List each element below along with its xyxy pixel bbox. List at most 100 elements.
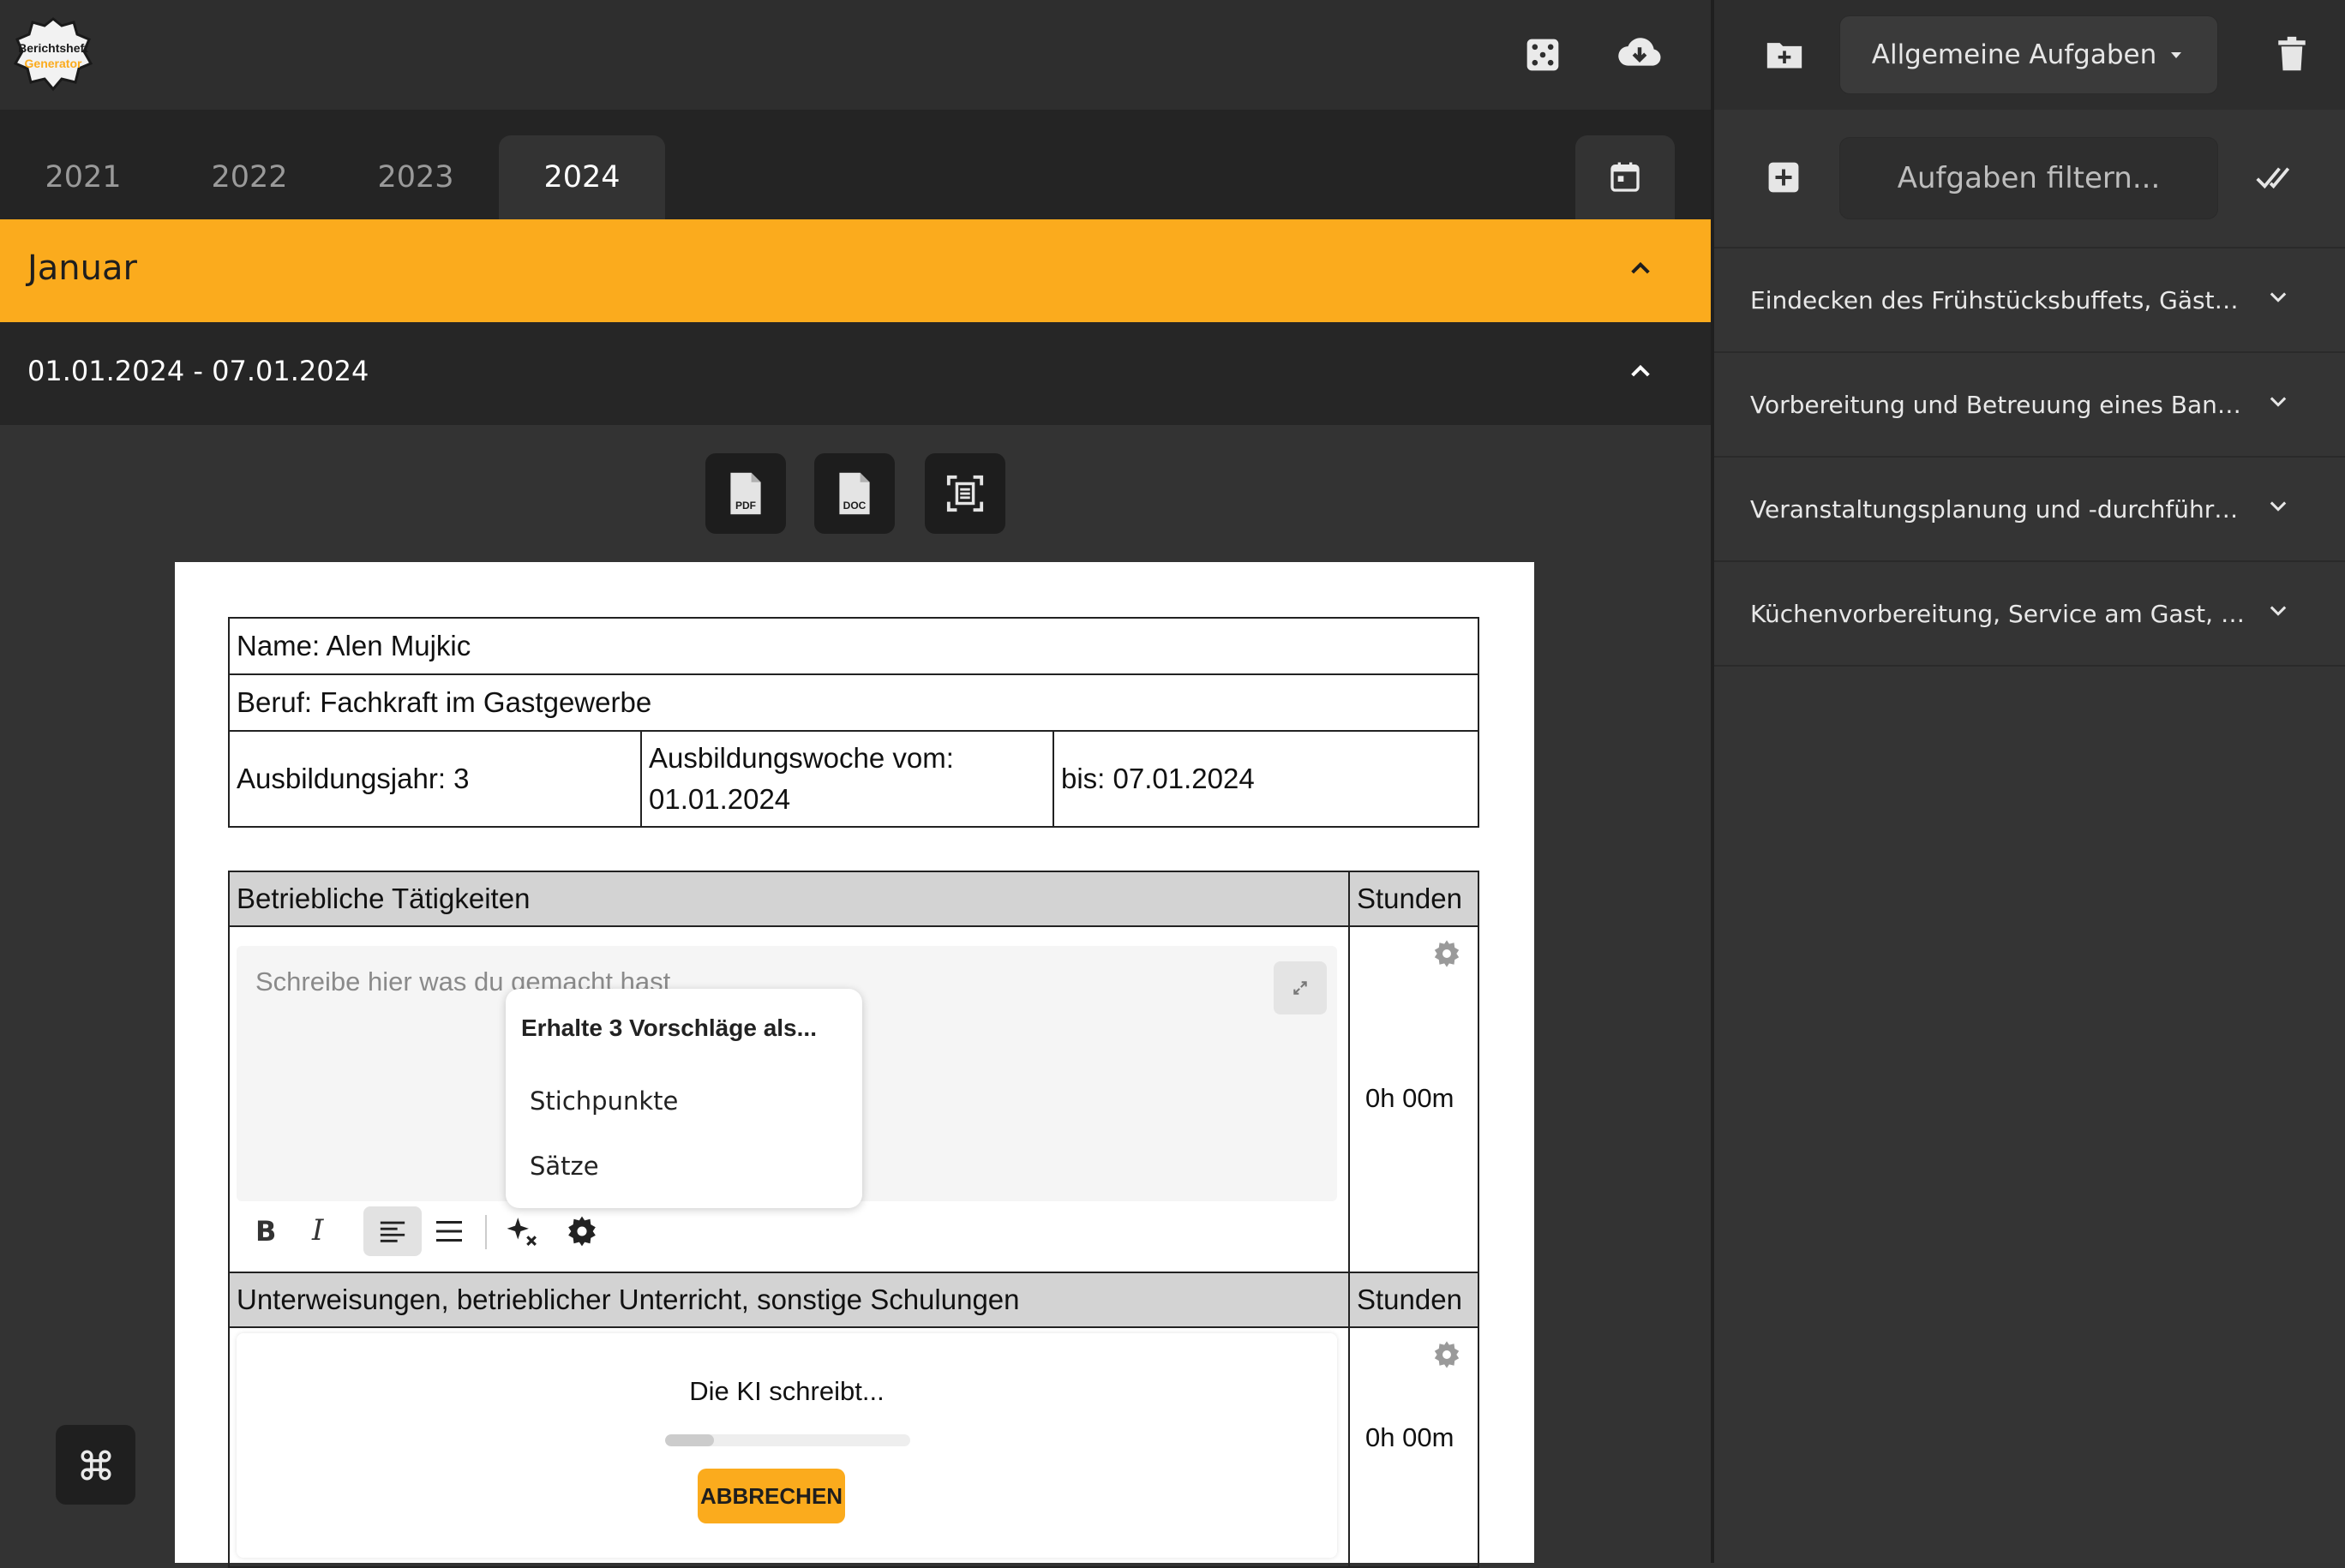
section1-hours[interactable]: 0h 00m xyxy=(1365,1083,1454,1114)
editor-settings-button[interactable] xyxy=(566,1215,598,1248)
gear-icon xyxy=(1434,940,1460,967)
new-folder-button[interactable] xyxy=(1766,38,1803,70)
align-justify-icon xyxy=(436,1221,462,1242)
task-filter-placeholder: Aufgaben filtern... xyxy=(1897,161,2161,195)
chevron-down-icon[interactable] xyxy=(2266,389,2290,413)
export-pdf-button[interactable]: PDF xyxy=(705,453,786,534)
section2-title: Unterweisungen, betrieblicher Unterricht… xyxy=(228,1272,1350,1328)
delete-button[interactable] xyxy=(2276,36,2307,72)
task-filter-input[interactable]: Aufgaben filtern... xyxy=(1839,137,2218,219)
doc-label: DOC xyxy=(843,500,867,512)
gear-icon xyxy=(568,1216,596,1247)
tab-2021[interactable]: 2021 xyxy=(0,135,166,219)
logo-text-bottom: Generator xyxy=(24,57,82,70)
tab-2024[interactable]: 2024 xyxy=(499,135,665,219)
month-collapse[interactable] xyxy=(1627,255,1654,283)
task-item[interactable]: Eindecken des Frühstücksbuffets, Gästebe… xyxy=(1714,248,2345,353)
cloud-download-icon xyxy=(1618,38,1661,66)
chevron-up-icon xyxy=(1631,364,1650,377)
chevron-down-icon[interactable] xyxy=(2266,494,2290,518)
category-label: Allgemeine Aufgaben xyxy=(1871,39,2157,70)
section2-stunden: Stunden xyxy=(1348,1272,1479,1328)
week-label: 01.01.2024 - 07.01.2024 xyxy=(27,355,369,387)
week-header[interactable]: 01.01.2024 - 07.01.2024 xyxy=(0,322,1711,425)
random-button[interactable] xyxy=(1524,36,1562,74)
report-beruf: Beruf: Fachkraft im Gastgewerbe xyxy=(228,673,1479,732)
command-icon xyxy=(81,1450,111,1480)
task-item-label: Veranstaltungsplanung und -durchführung xyxy=(1750,494,2247,524)
report-jahr: Ausbildungsjahr: 3 xyxy=(228,730,642,828)
chevron-down-icon[interactable] xyxy=(2266,598,2290,622)
task-item-label: Vorbereitung und Betreuung eines Bankett… xyxy=(1750,390,2247,419)
ai-suggest-button[interactable] xyxy=(506,1215,538,1248)
add-task-button[interactable] xyxy=(1767,161,1800,194)
report-bis: bis: 07.01.2024 xyxy=(1053,730,1479,828)
section2-hours-settings[interactable] xyxy=(1432,1340,1461,1369)
task-item[interactable]: Vorbereitung und Betreuung eines Bankett… xyxy=(1714,353,2345,458)
dice-icon xyxy=(1526,39,1559,71)
section1-hours-cell: 0h 00m xyxy=(1348,925,1479,1273)
category-select[interactable]: Allgemeine Aufgaben xyxy=(1839,15,2218,94)
task-panel: Allgemeine Aufgaben Aufgaben filtern... xyxy=(1714,0,2345,1563)
task-item-label: Küchenvorbereitung, Service am Gast, Rei… xyxy=(1750,599,2247,628)
export-doc-button[interactable]: DOC xyxy=(814,453,895,534)
app-logo[interactable]: Berichtsheft Generator xyxy=(12,15,94,93)
double-check-icon xyxy=(2256,167,2290,189)
week-collapse[interactable] xyxy=(1627,358,1654,386)
align-left-icon xyxy=(380,1221,405,1242)
suggestions-title: Erhalte 3 Vorschläge als... xyxy=(521,1014,817,1041)
task-filter-row: Aufgaben filtern... xyxy=(1714,111,2345,248)
report-woche: Ausbildungswoche vom: 01.01.2024 xyxy=(640,730,1054,828)
align-left-button[interactable] xyxy=(363,1206,422,1256)
report-woche-date: 01.01.2024 xyxy=(649,783,791,815)
report-name: Name: Alen Mujkic xyxy=(228,617,1479,675)
section2-hours[interactable]: 0h 00m xyxy=(1365,1422,1454,1453)
section1-stunden: Stunden xyxy=(1348,871,1479,927)
suggestion-option-saetze[interactable]: Sätze xyxy=(530,1152,599,1181)
task-item[interactable]: Küchenvorbereitung, Service am Gast, Rei… xyxy=(1714,562,2345,667)
ai-progress-track xyxy=(665,1434,910,1446)
justify-button[interactable] xyxy=(434,1218,465,1244)
gear-icon xyxy=(1434,1341,1460,1368)
tab-2023[interactable]: 2023 xyxy=(333,135,499,219)
sparkle-icon xyxy=(507,1218,537,1246)
bold-button[interactable]: B xyxy=(255,1215,276,1248)
plus-box-icon xyxy=(1768,162,1799,193)
calendar-icon xyxy=(1610,162,1640,192)
top-bar: Berichtsheft Generator xyxy=(0,0,1711,110)
report-document: Name: Alen Mujkic Beruf: Fachkraft im Ga… xyxy=(175,562,1534,1568)
month-header[interactable]: Januar xyxy=(0,219,1711,322)
task-item-label: Eindecken des Frühstücksbuffets, Gästebe… xyxy=(1750,285,2247,314)
suggestion-option-stichpunkte[interactable]: Stichpunkte xyxy=(530,1086,678,1116)
tab-2022[interactable]: 2022 xyxy=(166,135,333,219)
report-woche-label: Ausbildungswoche vom: xyxy=(649,742,954,774)
year-tabs: 2021 2022 2023 2024 xyxy=(0,110,1711,219)
ai-progress-fill xyxy=(665,1434,715,1446)
report-header-table: Name: Alen Mujkic Beruf: Fachkraft im Ga… xyxy=(228,617,1479,828)
suggestions-popup: Erhalte 3 Vorschläge als... Stichpunkte … xyxy=(506,989,862,1208)
cloud-download-button[interactable] xyxy=(1616,33,1663,74)
caret-down-icon xyxy=(2171,52,2181,58)
month-label: Januar xyxy=(27,248,137,288)
section2-hours-cell: 0h 00m xyxy=(1348,1326,1479,1568)
task-item[interactable]: Veranstaltungsplanung und -durchführung xyxy=(1714,458,2345,562)
section1-title: Betriebliche Tätigkeiten xyxy=(228,871,1350,927)
chevron-up-icon xyxy=(1631,261,1650,274)
cancel-button[interactable]: ABBRECHEN xyxy=(698,1469,845,1523)
folder-plus-icon xyxy=(1766,43,1802,69)
document-scan-icon xyxy=(946,475,984,512)
command-button[interactable] xyxy=(56,1425,135,1505)
section1-hours-settings[interactable] xyxy=(1432,939,1461,968)
section2-editor-cell: Die KI schreibt... ABBRECHEN xyxy=(228,1326,1350,1568)
ai-writing-label: Die KI schreibt... xyxy=(689,1376,885,1406)
expand-button[interactable] xyxy=(1274,961,1327,1014)
toolbar-divider xyxy=(485,1215,487,1249)
select-all-button[interactable] xyxy=(2256,163,2297,192)
trash-icon xyxy=(2278,36,2306,71)
calendar-button[interactable] xyxy=(1575,135,1675,219)
scan-button[interactable] xyxy=(925,453,1005,534)
italic-button[interactable]: I xyxy=(312,1213,323,1248)
activities-table: Betriebliche Tätigkeiten Stunden Schreib… xyxy=(228,871,1479,1568)
chevron-down-icon[interactable] xyxy=(2266,284,2290,308)
expand-icon xyxy=(1293,981,1307,995)
